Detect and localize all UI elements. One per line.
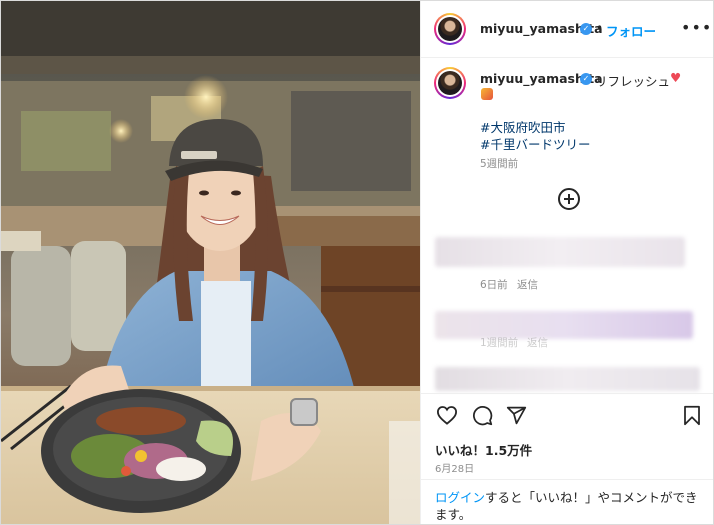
reply-button[interactable]: 返信 [527, 335, 548, 350]
caption-avatar[interactable] [434, 67, 466, 99]
blurred-comment [435, 237, 685, 267]
verified-badge-icon: ✓ [580, 73, 592, 85]
blurred-comment [435, 311, 693, 339]
photo-scene [1, 1, 420, 524]
more-options-icon[interactable]: ••• [681, 18, 712, 37]
celebration-emoji-icon [481, 88, 493, 100]
post-photo[interactable] [1, 1, 420, 524]
login-prompt-text: ログインすると「いいね！」やコメントができます。 [435, 489, 700, 523]
comment-timestamp: 1週間前 [480, 337, 519, 349]
comment-icon[interactable] [472, 405, 493, 426]
load-more-comments-icon[interactable] [558, 188, 580, 210]
heart-emoji-icon: ♥ [670, 70, 682, 85]
login-link[interactable]: ログイン [435, 490, 485, 505]
comment-timestamp: 6日前 [480, 279, 508, 291]
caption-text: リフレッシュ [595, 74, 671, 89]
verified-badge-icon: ✓ [580, 23, 592, 35]
instagram-post-embed: miyuu_yamashita ✓ • フォロー ••• miyuu_yamas… [0, 0, 714, 525]
login-prompt: ログインすると「いいね！」やコメントができます。 [421, 479, 713, 524]
avatar-ring [436, 69, 464, 97]
post-actions-bar [421, 393, 713, 436]
heart-icon[interactable] [436, 405, 458, 425]
avatar-ring [436, 15, 464, 43]
post-date[interactable]: 6月28日 [435, 460, 474, 475]
avatar-image [438, 17, 462, 41]
header-separator: • [596, 21, 604, 35]
bookmark-icon[interactable] [683, 405, 701, 426]
post-timestamp[interactable]: 5週間前 [480, 156, 518, 171]
follow-button[interactable]: フォロー [606, 21, 656, 40]
share-icon[interactable] [506, 405, 527, 426]
blurred-comment [435, 367, 700, 391]
post-side-panel: miyuu_yamashita ✓ • フォロー ••• miyuu_yamas… [420, 1, 713, 524]
hashtag-link[interactable]: #千里バードツリー [480, 134, 590, 153]
avatar-image [438, 71, 462, 95]
like-count[interactable]: いいね！1.5万件 [435, 440, 532, 459]
post-header: miyuu_yamashita ✓ • フォロー ••• [421, 1, 713, 58]
author-avatar[interactable] [434, 13, 466, 45]
reply-button[interactable]: 返信 [517, 277, 538, 292]
